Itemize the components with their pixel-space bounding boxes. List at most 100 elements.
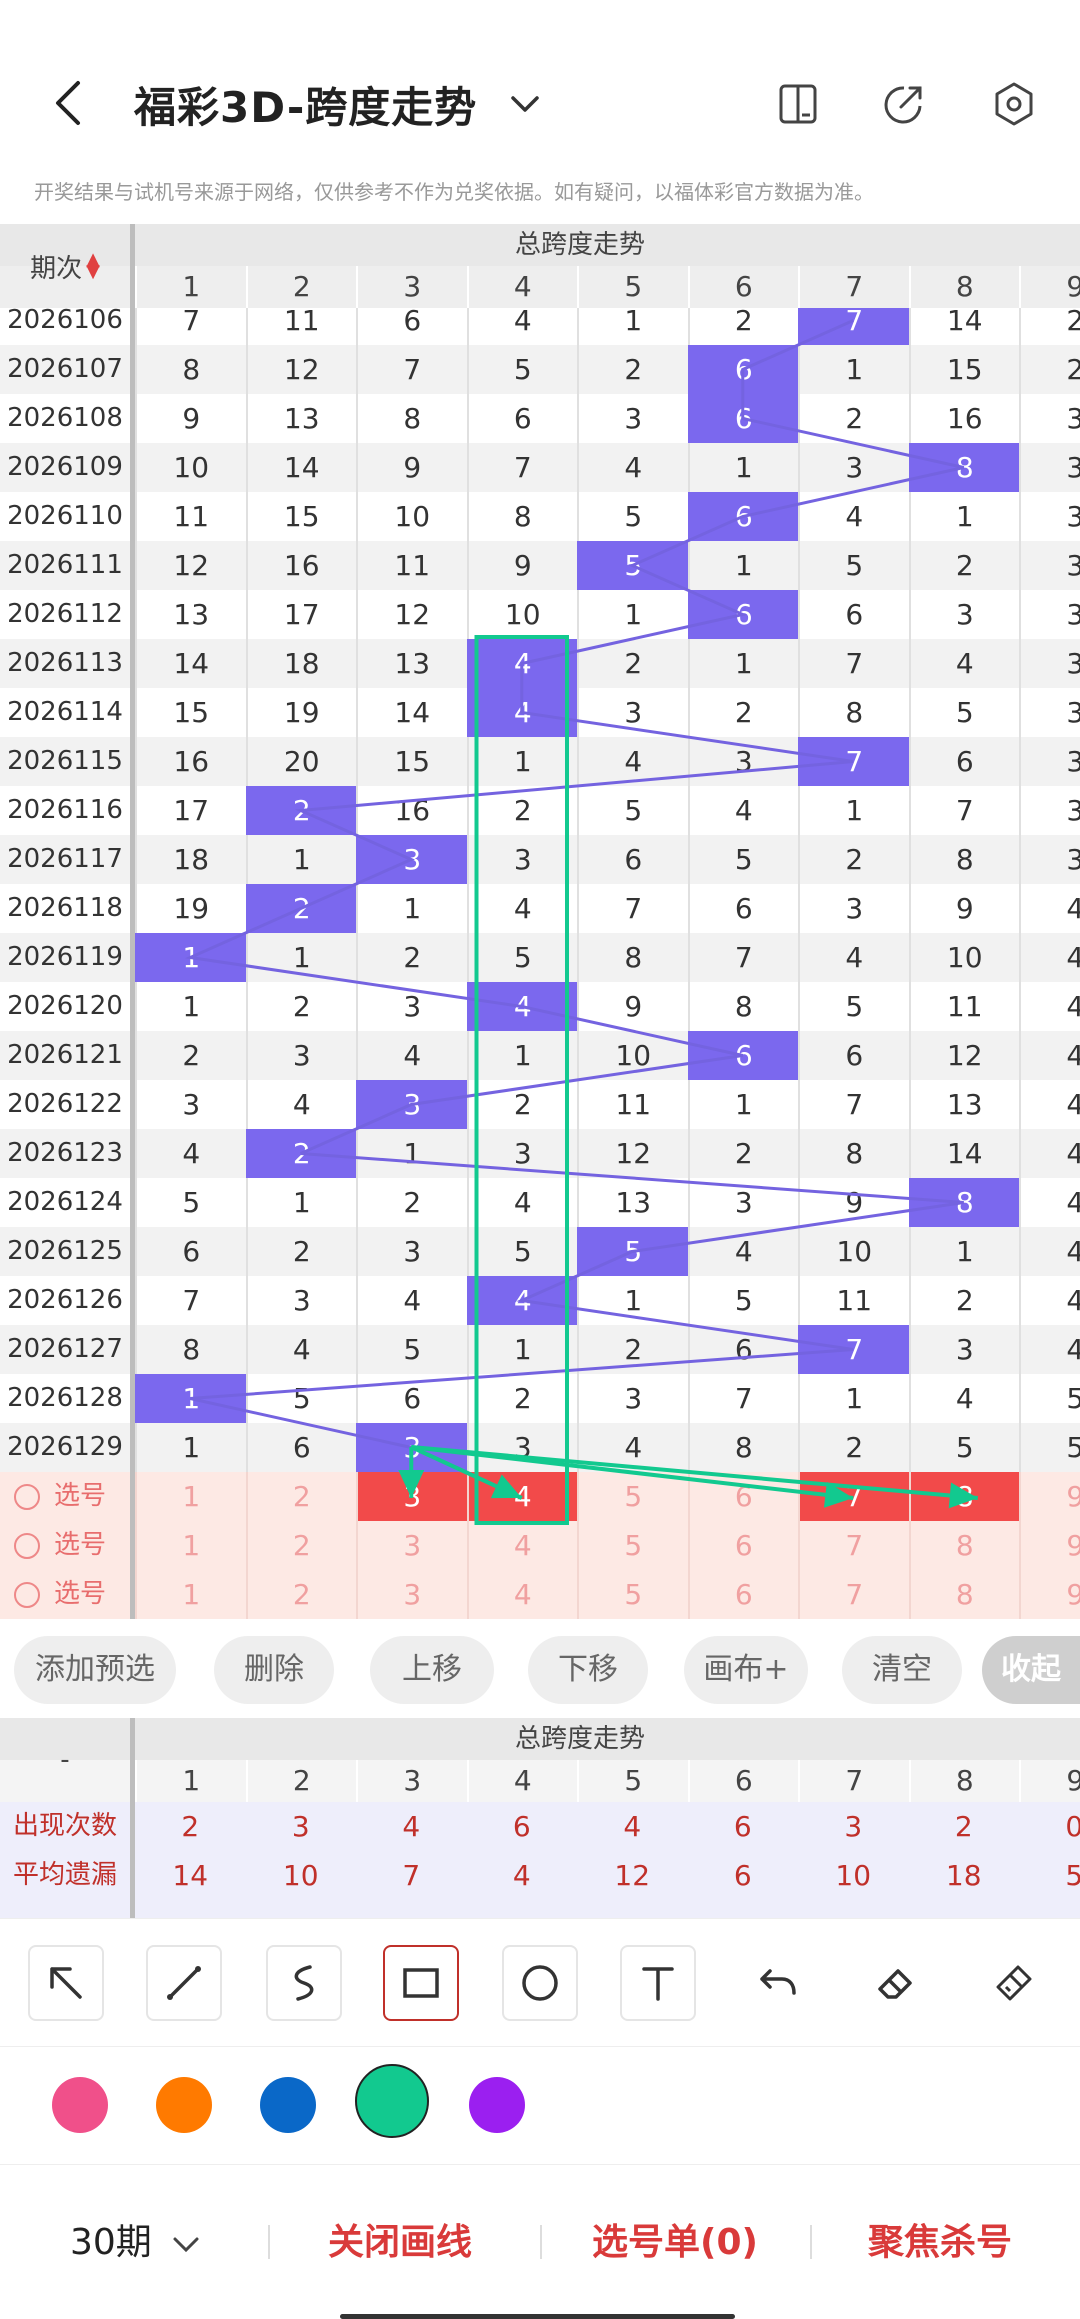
table-row: 2026120 1 2 3 4 9 8 5 11 4 [0,982,1080,1031]
period-id: 2026125 [7,1236,123,1266]
clear-button[interactable]: 清空 [842,1636,962,1704]
pick-row-label[interactable]: 选号 [14,1521,106,1570]
pick-cell[interactable]: 8 [908,1570,1020,1619]
pick-cell[interactable]: 1 [135,1521,246,1570]
stats-cell: 4 [623,1810,642,1843]
pick-cell[interactable]: 5 [577,1521,688,1570]
pick-cell[interactable]: 5 [577,1570,688,1619]
period-id: 2026106 [7,308,123,335]
sort-icon[interactable]: ▲ ▼ [86,251,100,281]
table-cell: 2 [245,1227,357,1276]
table-row: 2026106 7 11 6 4 1 2 7 14 2 [0,308,1080,345]
eraser-icon[interactable] [858,1945,934,2021]
pick-cell[interactable]: 9 [1019,1521,1080,1570]
pick-cell[interactable]: 5 [577,1472,688,1521]
add-preselect-button[interactable]: 添加预选 [14,1636,176,1704]
stats-cell: 2 [181,1810,200,1843]
stats-cell: 6 [512,1810,531,1843]
pick-cell[interactable]: 6 [687,1570,799,1619]
pick-cell[interactable]: 9 [1019,1570,1080,1619]
clear-brush-icon[interactable] [976,1945,1052,2021]
phone-layout-icon[interactable] [770,76,826,132]
page-title[interactable]: 福彩3D-跨度走势 [134,74,477,135]
focus-kill-button[interactable]: 聚焦杀号 [868,2213,1012,2265]
period-sort-header[interactable]: 期次 ▲ ▼ [0,224,130,308]
move-up-button[interactable]: 上移 [370,1636,494,1704]
table-cell: 11 [577,1080,688,1129]
radio-icon[interactable] [14,1532,40,1559]
pick-row-label[interactable]: 选号 [14,1472,106,1521]
hit-cell: 7 [798,737,909,786]
chevron-down-icon[interactable] [505,84,545,124]
table-row: 2026124 5 1 2 4 13 3 9 8 4 [0,1178,1080,1227]
pick-cell[interactable]: 3 [356,1472,467,1521]
table-cell: 15 [356,737,467,786]
pick-cell[interactable]: 3 [356,1570,467,1619]
table-cell: 7 [908,786,1020,835]
separator [540,2225,542,2259]
pick-cell[interactable]: 6 [687,1472,799,1521]
color-swatch-purple[interactable] [469,2077,525,2133]
settings-icon[interactable] [986,76,1042,132]
pick-cell[interactable]: 8 [908,1472,1019,1521]
color-swatch-pink[interactable] [52,2077,108,2133]
table-cell: 11 [798,1276,909,1325]
table-cell: 9 [908,884,1020,933]
table-cell: 1 [245,835,357,884]
pick-cell[interactable]: 1 [135,1472,246,1521]
radio-icon[interactable] [14,1581,40,1608]
table-cell: 9 [577,982,688,1031]
table-cell: 3 [1019,786,1080,835]
radio-icon[interactable] [14,1483,40,1510]
color-swatch-blue[interactable] [260,2077,316,2133]
circle-tool-icon[interactable] [502,1945,578,2021]
pick-cell[interactable]: 9 [1019,1472,1080,1521]
pick-cell[interactable]: 7 [798,1570,909,1619]
pick-cell[interactable]: 2 [245,1472,357,1521]
select-arrow-icon[interactable] [28,1945,104,2021]
table-cell: 1 [466,737,578,786]
share-icon[interactable] [876,76,932,132]
pick-cell[interactable]: 3 [356,1521,467,1570]
pick-cell[interactable]: 2 [245,1521,357,1570]
pick-cell[interactable]: 7 [798,1472,909,1521]
table-cell: 7 [687,933,799,982]
hit-cell: 7 [798,308,909,345]
table-cell: 4 [1019,1276,1080,1325]
pick-cell[interactable]: 7 [798,1521,909,1570]
pick-cell[interactable]: 8 [908,1521,1020,1570]
pick-cell[interactable]: 1 [135,1570,246,1619]
back-button[interactable] [42,73,92,133]
pick-cell[interactable]: 6 [687,1521,799,1570]
pick-row-label[interactable]: 选号 [14,1570,106,1619]
table-cell: 4 [1019,1031,1080,1080]
close-drawing-button[interactable]: 关闭画线 [328,2213,472,2265]
table-cell: 8 [135,345,246,394]
rectangle-tool-icon[interactable] [383,1945,459,2021]
curve-tool-icon[interactable] [266,1945,342,2021]
delete-button[interactable]: 删除 [214,1636,334,1704]
table-cell: 3 [1019,590,1080,639]
collapse-button[interactable]: 收起 [982,1636,1080,1704]
table-cell: 5 [466,933,578,982]
undo-icon[interactable] [740,1945,816,2021]
pick-cell[interactable]: 4 [466,1570,578,1619]
table-cell: 4 [356,1276,467,1325]
pick-cell[interactable]: 2 [245,1570,357,1619]
line-tool-icon[interactable] [146,1945,222,2021]
move-down-button[interactable]: 下移 [528,1636,648,1704]
period-selector[interactable]: 30期 [70,2213,203,2265]
table-cell: 4 [1019,1080,1080,1129]
pick-cell[interactable]: 4 [466,1472,577,1521]
text-tool-icon[interactable] [620,1945,696,2021]
pick-cell[interactable]: 4 [466,1521,578,1570]
table-cell: 1 [466,1325,578,1374]
table-cell: 11 [135,492,246,541]
color-swatch-green-selected[interactable] [355,2064,429,2138]
table-cell: 1 [245,1178,357,1227]
canvas-plus-button[interactable]: 画布+ [684,1636,808,1704]
table-cell: 12 [135,541,246,590]
color-swatch-orange[interactable] [156,2077,212,2133]
bottom-bar: 30期 关闭画线 选号单(0) 聚焦杀号 [0,2164,1080,2319]
pick-list-button[interactable]: 选号单(0) [592,2213,758,2265]
